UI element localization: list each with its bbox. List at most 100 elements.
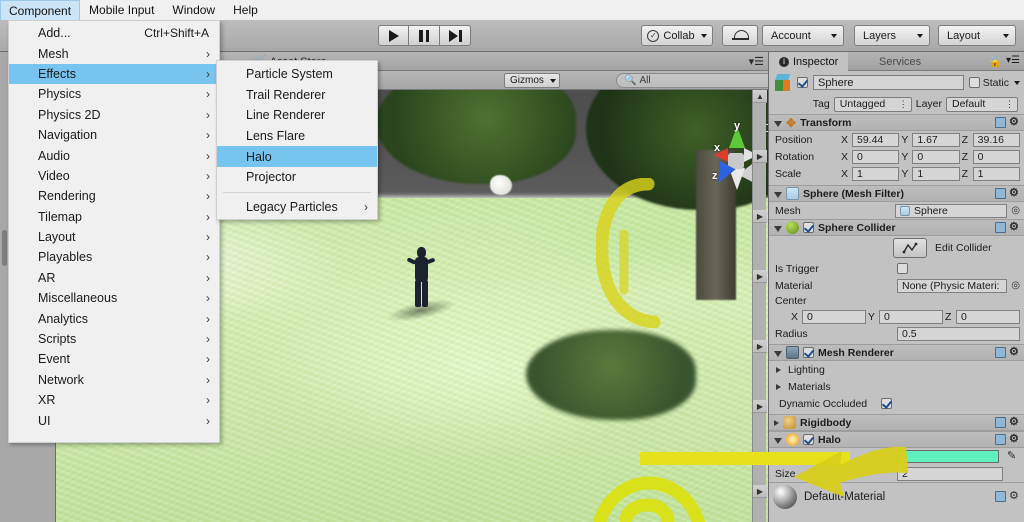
help-icon[interactable] xyxy=(995,222,1006,233)
position-x-input[interactable]: 59.44 xyxy=(852,132,900,147)
scroll-mid3-icon[interactable]: ▶ xyxy=(753,270,767,283)
component-header-mesh-renderer[interactable]: Mesh Renderer ⚙ xyxy=(769,344,1024,361)
gear-icon[interactable]: ⚙ xyxy=(1009,417,1020,428)
menu-item-network[interactable]: Network › xyxy=(9,370,219,390)
help-icon[interactable] xyxy=(995,117,1006,128)
component-header-rigidbody[interactable]: Rigidbody ⚙ xyxy=(769,414,1024,431)
component-header-transform[interactable]: ✥ Transform ⚙ xyxy=(769,114,1024,131)
player-character[interactable] xyxy=(406,247,436,309)
account-button[interactable]: Account xyxy=(762,25,844,46)
menubar-item-help[interactable]: Help xyxy=(224,0,267,20)
mesh-object-field[interactable]: Sphere xyxy=(895,203,1008,218)
position-y-input[interactable]: 1.67 xyxy=(912,132,960,147)
scroll-mid2-icon[interactable]: ▶ xyxy=(753,210,767,223)
menu-item-physics[interactable]: Physics › xyxy=(9,84,219,104)
foldout-icon[interactable] xyxy=(774,226,782,232)
menu-item-effects[interactable]: Effects › xyxy=(9,63,219,85)
rotation-z-input[interactable]: 0 xyxy=(972,149,1020,164)
scene-vertical-scrollbar[interactable]: ▲ ▶ ▶ ▶ ▶ ▶ ▶ xyxy=(752,90,767,522)
menu-item-playables[interactable]: Playables › xyxy=(9,247,219,267)
scale-z-input[interactable]: 1 xyxy=(972,166,1020,181)
material-row[interactable]: Default-Material ⚙ xyxy=(769,482,1024,510)
lighting-foldout-row[interactable]: Lighting xyxy=(769,361,1024,378)
menu-item-tilemap[interactable]: Tilemap › xyxy=(9,207,219,227)
tab-inspector[interactable]: i Inspector xyxy=(769,52,849,71)
layout-button[interactable]: Layout xyxy=(938,25,1016,46)
object-picker-icon[interactable]: ◎ xyxy=(1011,205,1020,216)
cloud-button[interactable] xyxy=(722,25,758,46)
menu-item-physics-2d[interactable]: Physics 2D › xyxy=(9,105,219,125)
center-x-input[interactable]: 0 xyxy=(802,309,866,324)
scroll-down-icon[interactable]: ▶ xyxy=(753,485,767,498)
menu-item-video[interactable]: Video › xyxy=(9,166,219,186)
layer-dropdown[interactable]: Default ⋮ xyxy=(946,96,1018,112)
foldout-icon[interactable] xyxy=(774,121,782,127)
static-toggle[interactable]: Static xyxy=(968,77,1020,89)
mesh-renderer-enabled-checkbox[interactable] xyxy=(803,347,814,358)
materials-foldout-row[interactable]: Materials xyxy=(769,378,1024,395)
menu-item-audio[interactable]: Audio › xyxy=(9,145,219,165)
foldout-icon[interactable] xyxy=(774,419,779,426)
menu-item-scripts[interactable]: Scripts › xyxy=(9,329,219,349)
sphere-collider-enabled-checkbox[interactable] xyxy=(803,222,814,233)
scene-object-sphere[interactable] xyxy=(490,175,512,195)
scroll-up-icon[interactable]: ▲ xyxy=(753,90,767,103)
foldout-icon[interactable] xyxy=(776,366,781,373)
menu-item-mesh[interactable]: Mesh › xyxy=(9,43,219,63)
scroll-mid5-icon[interactable]: ▶ xyxy=(753,400,767,413)
menubar-item-window[interactable]: Window xyxy=(163,0,224,20)
foldout-icon[interactable] xyxy=(774,192,782,198)
submenu-item-legacy-particles[interactable]: Legacy Particles › xyxy=(217,197,377,218)
menu-item-xr[interactable]: XR › xyxy=(9,390,219,410)
chevron-down-icon[interactable] xyxy=(1014,80,1020,85)
gear-icon[interactable]: ⚙ xyxy=(1009,117,1020,128)
halo-size-input[interactable]: 2 xyxy=(897,466,1003,481)
gameobject-name-input[interactable]: Sphere xyxy=(813,75,964,90)
rotation-y-input[interactable]: 0 xyxy=(912,149,960,164)
menu-item-ar[interactable]: AR › xyxy=(9,268,219,288)
menu-item-ui[interactable]: UI › xyxy=(9,410,219,430)
submenu-item-particle-system[interactable]: Particle System xyxy=(217,64,377,85)
is-trigger-checkbox[interactable] xyxy=(897,263,908,274)
gear-icon[interactable]: ⚙ xyxy=(1009,347,1020,358)
help-icon[interactable] xyxy=(995,347,1006,358)
gear-icon[interactable]: ⚙ xyxy=(1009,491,1020,502)
tag-dropdown[interactable]: Untagged ⋮ xyxy=(833,96,912,112)
menu-item-event[interactable]: Event › xyxy=(9,349,219,369)
help-icon[interactable] xyxy=(995,434,1006,445)
dynamic-occluded-checkbox[interactable] xyxy=(881,398,893,409)
gear-icon[interactable]: ⚙ xyxy=(1009,188,1020,199)
play-button[interactable] xyxy=(378,25,409,46)
submenu-item-projector[interactable]: Projector xyxy=(217,167,377,188)
component-header-sphere-collider[interactable]: Sphere Collider ⚙ xyxy=(769,219,1024,236)
scroll-mid4-icon[interactable]: ▶ xyxy=(753,340,767,353)
scale-y-input[interactable]: 1 xyxy=(912,166,960,181)
submenu-item-halo[interactable]: Halo xyxy=(217,146,377,167)
menu-item-miscellaneous[interactable]: Miscellaneous › xyxy=(9,288,219,308)
layers-button[interactable]: Layers xyxy=(854,25,930,46)
center-y-input[interactable]: 0 xyxy=(879,309,943,324)
position-z-input[interactable]: 39.16 xyxy=(972,132,1020,147)
collider-material-field[interactable]: None (Physic Materi: xyxy=(897,278,1008,293)
menu-item-add[interactable]: Add... Ctrl+Shift+A xyxy=(9,23,219,43)
scroll-mid-icon[interactable]: ▶ xyxy=(753,150,767,163)
foldout-icon[interactable] xyxy=(774,438,782,444)
menu-item-rendering[interactable]: Rendering › xyxy=(9,186,219,206)
menu-item-navigation[interactable]: Navigation › xyxy=(9,125,219,145)
edit-collider-button[interactable] xyxy=(893,238,927,258)
pause-button[interactable] xyxy=(409,25,440,46)
submenu-item-trail-renderer[interactable]: Trail Renderer xyxy=(217,85,377,106)
object-picker-icon[interactable]: ◎ xyxy=(1011,280,1020,291)
radius-input[interactable]: 0.5 xyxy=(897,326,1020,341)
foldout-icon[interactable] xyxy=(774,351,782,357)
menubar-item-mobile-input[interactable]: Mobile Input xyxy=(80,0,163,20)
collab-button[interactable]: ✓ Collab xyxy=(641,25,713,46)
inspector-menu-icon[interactable]: ▾☰ xyxy=(1006,55,1020,66)
menubar-item-component[interactable]: Component xyxy=(0,0,81,20)
scale-x-input[interactable]: 1 xyxy=(852,166,900,181)
scene-options-icon[interactable]: ▾☰ xyxy=(749,55,764,68)
help-icon[interactable] xyxy=(995,188,1006,199)
halo-enabled-checkbox[interactable] xyxy=(803,434,814,445)
help-icon[interactable] xyxy=(995,491,1006,502)
help-icon[interactable] xyxy=(995,417,1006,428)
